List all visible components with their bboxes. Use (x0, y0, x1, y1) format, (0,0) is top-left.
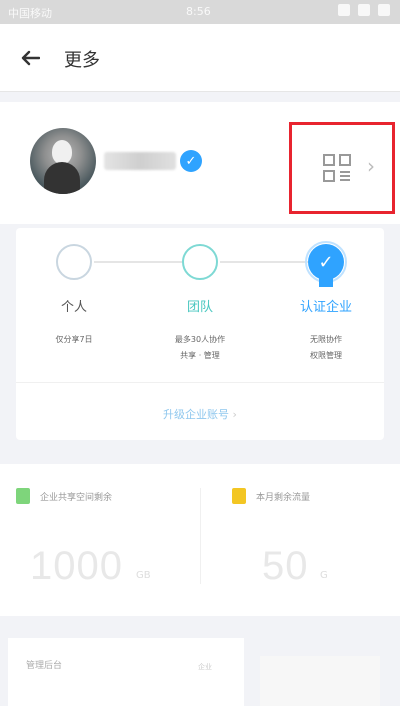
carrier-label: 中国移动 (8, 7, 52, 20)
ribbon-icon (319, 277, 333, 287)
upgrade-link-label: 升级企业账号 (163, 408, 230, 421)
chevron-right-icon: › (232, 408, 237, 421)
top-bar: 更多 (0, 24, 400, 92)
stat-label: 本月剩余流量 (256, 493, 311, 503)
battery-icon (378, 4, 390, 16)
admin-entry[interactable]: 管理后台 企业 (8, 638, 244, 706)
stat-storage[interactable]: 企业共享空间剩余 1000 GB (16, 464, 196, 616)
qr-code-icon (323, 154, 351, 182)
storage-icon (16, 488, 30, 504)
chevron-right-icon: › (367, 154, 375, 178)
bottom-section: 管理后台 企业 (0, 626, 400, 706)
level-enterprise-label: 认证企业 (299, 300, 352, 315)
level-personal-desc: 仅分享7日 (14, 332, 134, 348)
stat-label: 企业共享空间剩余 (40, 493, 113, 503)
page-title: 更多 (64, 50, 100, 71)
clock: 8:56 (186, 5, 211, 18)
wifi-icon (358, 4, 370, 16)
usage-stats: 企业共享空间剩余 1000 GB 本月剩余流量 50 G (0, 464, 400, 616)
stat-unit: GB (136, 570, 151, 581)
admin-entry-label: 管理后台 (26, 661, 63, 671)
level-desc-line: 无限协作 (310, 335, 342, 344)
avatar[interactable] (30, 128, 96, 194)
account-name (104, 152, 176, 170)
arrow-left-icon (21, 50, 40, 66)
stat-traffic[interactable]: 本月剩余流量 50 G (232, 464, 392, 616)
traffic-icon (232, 488, 246, 504)
stat-value: 50 (262, 544, 309, 588)
divider (16, 382, 384, 383)
account-levels-card: ✓ 个人 团队 认证企业 仅分享7日 最多30人协作 共享 · 管理 无限协作 … (16, 228, 384, 440)
level-enterprise-desc: 无限协作 权限管理 (266, 332, 386, 364)
profile-card[interactable]: ✓ › (0, 102, 400, 224)
qr-code-button[interactable]: › (289, 122, 395, 214)
status-bar: 中国移动 8:56 (0, 0, 400, 24)
upgrade-link[interactable]: 升级企业账号 › (16, 406, 384, 422)
placeholder-card (260, 656, 380, 706)
level-desc-line: 共享 · 管理 (180, 351, 220, 360)
level-team-desc: 最多30人协作 共享 · 管理 (140, 332, 260, 364)
divider (200, 488, 201, 584)
back-button[interactable] (16, 44, 44, 72)
level-enterprise-icon: ✓ (305, 241, 347, 283)
level-team-icon (182, 244, 218, 280)
level-desc-line: 权限管理 (310, 351, 342, 360)
stat-unit: G (320, 570, 328, 581)
level-desc-line: 最多30人协作 (174, 335, 226, 344)
level-personal-label: 个人 (60, 300, 87, 315)
level-team-label: 团队 (186, 300, 213, 315)
level-personal-icon (56, 244, 92, 280)
stat-value: 1000 (30, 544, 123, 588)
verified-badge-icon: ✓ (180, 150, 202, 172)
admin-entry-tag: 企业 (198, 663, 212, 671)
level-desc-line: 仅分享7日 (55, 335, 93, 344)
alarm-icon (338, 4, 350, 16)
